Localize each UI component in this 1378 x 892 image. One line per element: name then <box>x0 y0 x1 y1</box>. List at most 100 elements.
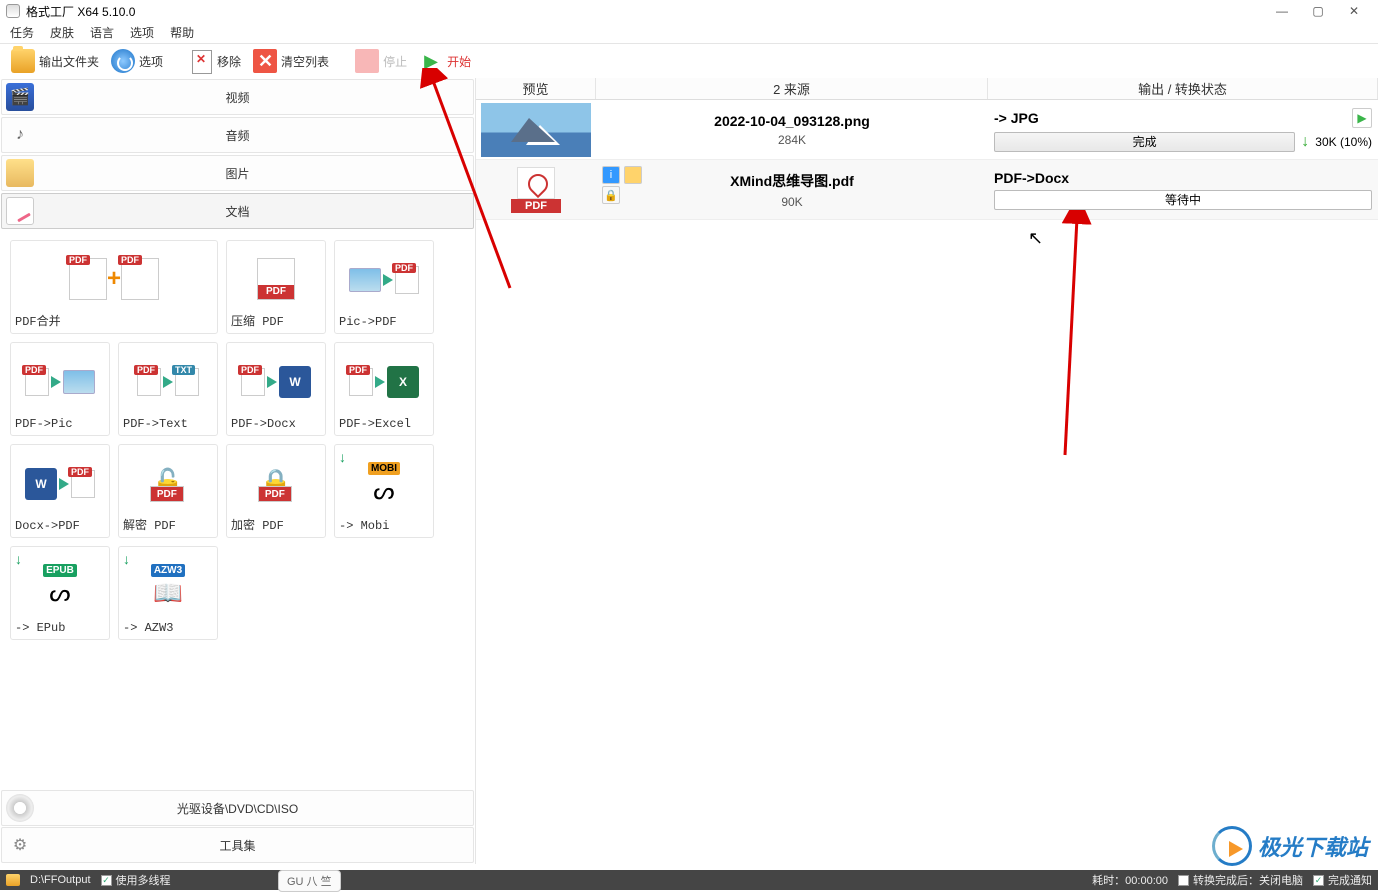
grid-pdf-excel[interactable]: PDFX PDF->Excel <box>334 342 434 436</box>
grid-compress-pdf[interactable]: PDF 压缩 PDF <box>226 240 326 334</box>
category-doc[interactable]: 文档 <box>1 193 474 229</box>
progress-bar: 完成 <box>994 132 1295 152</box>
stop-button[interactable]: 停止 <box>350 46 412 76</box>
grid-decrypt-pdf[interactable]: 🔓PDF 解密 PDF <box>118 444 218 538</box>
close-button[interactable]: ✕ <box>1336 1 1372 21</box>
multithread-checkbox[interactable]: ✓ <box>101 875 112 886</box>
menu-bar: 任务 皮肤 语言 选项 帮助 <box>0 22 1378 44</box>
grid-pic-pdf[interactable]: PDF Pic->PDF <box>334 240 434 334</box>
grid-pdf-pic[interactable]: PDF PDF->Pic <box>10 342 110 436</box>
row-meta-icons: i 🔒 <box>602 166 642 204</box>
docx-pdf-icon: WPDF <box>25 449 95 519</box>
shutdown-checkbox[interactable]: ✓ <box>1178 875 1189 886</box>
filesize: 284K <box>778 133 806 147</box>
menu-skin[interactable]: 皮肤 <box>50 24 74 41</box>
play-icon: ▶ <box>419 49 443 73</box>
clear-list-button[interactable]: 清空列表 <box>248 46 334 76</box>
options-button[interactable]: 选项 <box>106 46 168 76</box>
right-pane: 预览 2 来源 输出 / 转换状态 2022-10-04_093128.png … <box>476 78 1378 864</box>
grid-docx-pdf[interactable]: WPDF Docx->PDF <box>10 444 110 538</box>
category-image[interactable]: 图片 <box>1 155 474 191</box>
progress-text: 等待中 <box>1165 191 1201 208</box>
pdf-pic-icon: PDF <box>25 347 95 417</box>
status-folder-icon[interactable] <box>6 874 20 886</box>
category-audio[interactable]: ♪ 音频 <box>1 117 474 153</box>
grid-to-azw3[interactable]: ↓ AZW3📖 -> AZW3 <box>118 546 218 640</box>
category-dvd[interactable]: 光驱设备\DVD\CD\ISO <box>1 790 474 826</box>
menu-options[interactable]: 选项 <box>130 24 154 41</box>
pdf-excel-icon: PDFX <box>349 347 419 417</box>
azw3-icon: AZW3📖 <box>151 551 185 621</box>
table-row[interactable]: PDF i 🔒 XMind思维导图.pdf 90K PDF->Docx 等待中 <box>476 160 1378 220</box>
folder-small-icon[interactable] <box>624 166 642 184</box>
category-video[interactable]: 🎬 视频 <box>1 79 474 115</box>
download-arrow-icon: ↓ <box>123 551 130 567</box>
filename: XMind思维导图.pdf <box>730 171 854 191</box>
col-status[interactable]: 输出 / 转换状态 <box>988 78 1378 99</box>
grid-pdf-excel-label: PDF->Excel <box>339 417 411 431</box>
grid-to-mobi[interactable]: ↓ MOBIᔕ -> Mobi <box>334 444 434 538</box>
grid-pic-pdf-label: Pic->PDF <box>339 315 397 329</box>
grid-encrypt-pdf[interactable]: 🔒PDF 加密 PDF <box>226 444 326 538</box>
category-tools[interactable]: ⚙ 工具集 <box>1 827 474 863</box>
clear-icon <box>253 49 277 73</box>
category-image-label: 图片 <box>225 165 249 182</box>
category-tools-label: 工具集 <box>219 837 255 854</box>
category-doc-label: 文档 <box>225 203 249 220</box>
mobi-icon: MOBIᔕ <box>368 449 400 519</box>
menu-lang[interactable]: 语言 <box>90 24 114 41</box>
remove-button[interactable]: 移除 <box>184 46 246 76</box>
row-preview: PDF <box>476 160 596 219</box>
thumbnail-photo <box>481 103 591 157</box>
watermark: 极光下载站 <box>1212 826 1368 866</box>
maximize-button[interactable]: ▢ <box>1300 1 1336 21</box>
conversion-grid: PDF + PDF PDF合并 PDF 压缩 PDF PDF Pic->PDF … <box>0 230 475 789</box>
grid-docx-pdf-label: Docx->PDF <box>15 519 80 533</box>
pdf-merge-icon: PDF + PDF <box>69 245 159 312</box>
notify-checkbox[interactable]: ✓ <box>1313 875 1324 886</box>
watermark-logo <box>1212 826 1252 866</box>
compress-pdf-icon: PDF <box>257 245 295 312</box>
col-preview[interactable]: 预览 <box>476 78 596 99</box>
menu-task[interactable]: 任务 <box>10 24 34 41</box>
start-label: 开始 <box>447 53 471 70</box>
dvd-icon <box>6 794 34 822</box>
start-button[interactable]: ▶ 开始 <box>414 46 476 76</box>
col-source[interactable]: 2 来源 <box>596 78 988 99</box>
grid-compress-pdf-label: 压缩 PDF <box>231 312 284 329</box>
tools-icon: ⚙ <box>6 831 34 859</box>
grid-decrypt-pdf-label: 解密 PDF <box>123 516 176 533</box>
pdf-docx-icon: PDFW <box>241 347 311 417</box>
window-controls: — ▢ ✕ <box>1264 1 1372 21</box>
minimize-button[interactable]: — <box>1264 1 1300 21</box>
video-icon: 🎬 <box>6 83 34 111</box>
remove-icon <box>189 49 213 73</box>
grid-to-mobi-label: -> Mobi <box>339 519 389 533</box>
doc-icon <box>6 197 34 225</box>
table-row[interactable]: 2022-10-04_093128.png 284K -> JPG ▶ 完成 ↓… <box>476 100 1378 160</box>
clear-label: 清空列表 <box>281 53 329 70</box>
status-output-path[interactable]: D:\FFOutput <box>30 874 91 886</box>
lock-small-icon[interactable]: 🔒 <box>602 186 620 204</box>
thumbnail-pdf: PDF <box>511 167 561 213</box>
window-title: 格式工厂 X64 5.10.0 <box>26 3 135 20</box>
play-mini-button[interactable]: ▶ <box>1352 108 1372 128</box>
grid-pdf-docx[interactable]: PDFW PDF->Docx <box>226 342 326 436</box>
grid-pdf-merge[interactable]: PDF + PDF PDF合并 <box>10 240 218 334</box>
main-area: 🎬 视频 ♪ 音频 图片 文档 PDF + PDF PDF合并 <box>0 78 1378 864</box>
output-folder-button[interactable]: 输出文件夹 <box>6 46 104 76</box>
row-source: 2022-10-04_093128.png 284K <box>596 100 988 159</box>
gpu-hint-button[interactable]: GU 八 竺 <box>278 870 341 892</box>
info-icon[interactable]: i <box>602 166 620 184</box>
status-bar: D:\FFOutput ✓使用多线程 GU 八 竺 耗时：00:00:00 ✓转… <box>0 870 1378 890</box>
category-video-label: 视频 <box>225 89 249 106</box>
image-icon <box>6 159 34 187</box>
category-audio-label: 音频 <box>225 127 249 144</box>
grid-to-azw3-label: -> AZW3 <box>123 621 173 635</box>
grid-to-epub[interactable]: ↓ EPUBᔕ -> EPub <box>10 546 110 640</box>
grid-pdf-text[interactable]: PDFTXT PDF->Text <box>118 342 218 436</box>
menu-help[interactable]: 帮助 <box>170 24 194 41</box>
options-label: 选项 <box>139 53 163 70</box>
progress-text: 完成 <box>1133 133 1157 150</box>
title-bar: 格式工厂 X64 5.10.0 — ▢ ✕ <box>0 0 1378 22</box>
